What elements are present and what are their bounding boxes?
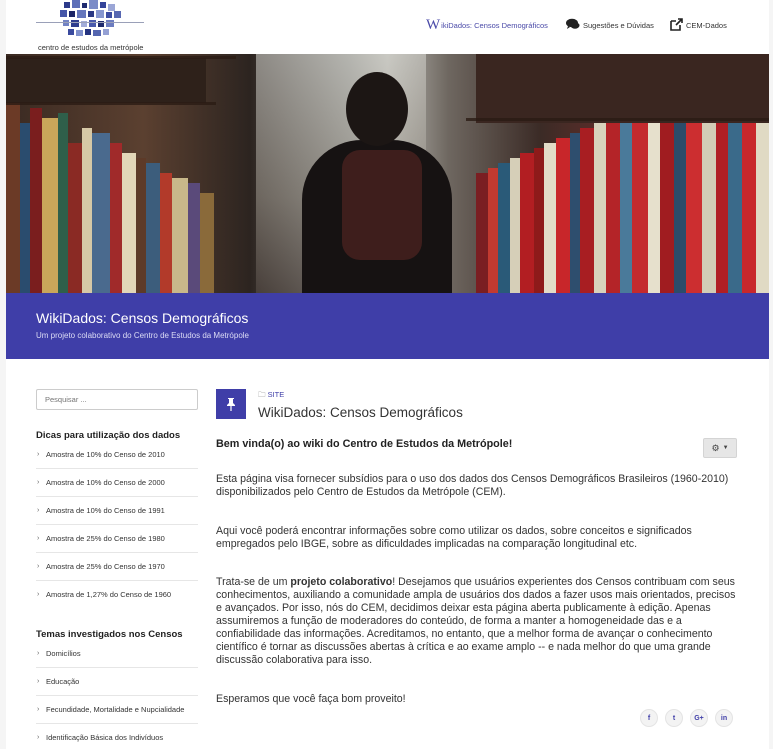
gear-icon: ⚙ [711, 442, 720, 453]
sidebar-item-label: Domicílios [46, 649, 81, 658]
chevron-right-icon: › [37, 451, 40, 458]
nav-wikidados-label: ikiDados: Censos Demográficos [441, 20, 548, 30]
hero-library-image [6, 54, 769, 293]
closing-paragraph: Esperamos que você faça bom proveito! [216, 693, 406, 705]
welcome-heading: Bem vinda(o) ao wiki do Centro de Estudo… [216, 438, 686, 451]
collab-text-rest: ! Desejamos que usuários experientes dos… [216, 576, 736, 666]
sidebar-item-label: Amostra de 25% do Censo de 1980 [46, 534, 165, 543]
sidebar-item[interactable]: › Amostra de 10% do Censo de 1991 [36, 497, 198, 525]
caret-down-icon: ▼ [722, 445, 729, 451]
linkedin-share-icon[interactable]: in [715, 709, 733, 727]
collab-text: Trata-se de um [216, 576, 291, 588]
folder-icon: 🗀 [258, 390, 268, 399]
breadcrumb-label: SITE [267, 390, 285, 399]
chevron-right-icon: › [37, 479, 40, 486]
sidebar-item-label: Amostra de 10% do Censo de 2010 [46, 450, 165, 459]
comments-icon [566, 18, 580, 32]
sidebar-item[interactable]: › Educação [36, 668, 198, 696]
chevron-right-icon: › [37, 678, 40, 685]
logo-text: centro de estudos da metrópole [38, 43, 144, 52]
sidebar-item[interactable]: › Fecundidade, Mortalidade e Nupcialidade [36, 696, 198, 724]
twitter-share-icon[interactable]: t [665, 709, 683, 727]
sidebar-item-label: Amostra de 1,27% do Censo de 1960 [46, 590, 172, 599]
sidebar-item[interactable]: › Amostra de 25% do Censo de 1970 [36, 553, 198, 581]
nav-sugestoes[interactable]: Sugestões e Dúvidas [566, 15, 654, 35]
title-banner: WikiDados: Censos Demográficos Um projet… [6, 293, 769, 359]
sidebar-heading-dicas: Dicas para utilização dos dados [36, 430, 181, 441]
site-header: centro de estudos da metrópole W ikiDado… [6, 0, 769, 54]
logo-divider [36, 22, 144, 23]
page-options-button[interactable]: ⚙ ▼ [703, 438, 737, 458]
chevron-right-icon: › [37, 591, 40, 598]
external-link-icon [670, 17, 683, 33]
chevron-right-icon: › [37, 535, 40, 542]
sidebar-list-temas: › Domicílios › Educação › Fecundidade, Mort… [36, 640, 198, 749]
nav-cem-dados-label: CEM-Dados [686, 20, 727, 30]
nav-cem-dados[interactable]: CEM-Dados [670, 15, 727, 35]
chevron-right-icon: › [37, 734, 40, 741]
sidebar-item[interactable]: › Amostra de 10% do Censo de 2010 [36, 441, 198, 469]
sidebar-item[interactable]: › Identificação Básica dos Indivíduos [36, 724, 198, 749]
sidebar-heading-temas: Temas investigados nos Censos [36, 629, 183, 640]
sidebar-list-dicas: › Amostra de 10% do Censo de 2010 › Amostr… [36, 441, 198, 609]
chevron-right-icon: › [37, 507, 40, 514]
banner-subtitle: Um projeto colaborativo do Centro de Est… [36, 331, 250, 340]
cem-logo[interactable]: centro de estudos da metrópole [36, 0, 146, 54]
intro-paragraph: Esta página visa fornecer subsídios para… [216, 473, 729, 498]
logo-mosaic-icon [60, 0, 121, 36]
welcome-text-bold: Centro de Estudos da Metrópole! [342, 438, 513, 450]
page-title: WikiDados: Censos Demográficos [258, 405, 463, 420]
sidebar-item-label: Amostra de 10% do Censo de 2000 [46, 478, 165, 487]
sidebar-item-label: Fecundidade, Mortalidade e Nupcialidade [46, 705, 185, 714]
pin-icon [216, 389, 246, 419]
sidebar-item-label: Identificação Básica dos Indivíduos [46, 733, 164, 742]
collab-text-bold: projeto colaborativo [290, 576, 393, 588]
chevron-right-icon: › [37, 706, 40, 713]
google-plus-share-icon[interactable]: G+ [690, 709, 708, 727]
nav-wikidados[interactable]: W ikiDados: Censos Demográficos [426, 15, 548, 35]
sidebar-item-label: Amostra de 10% do Censo de 1991 [46, 506, 165, 515]
nav-sugestoes-label: Sugestões e Dúvidas [583, 20, 654, 30]
facebook-share-icon[interactable]: f [640, 709, 658, 727]
sidebar-item-label: Educação [46, 677, 80, 686]
nav-wikidados-initial: W [426, 16, 441, 33]
sidebar-item[interactable]: › Amostra de 1,27% do Censo de 1960 [36, 581, 198, 609]
sidebar-item-label: Amostra de 25% do Censo de 1970 [46, 562, 165, 571]
sidebar-item[interactable]: › Domicílios [36, 640, 198, 668]
info-paragraph: Aqui você poderá encontrar informações s… [216, 525, 692, 550]
person-head [346, 72, 408, 146]
collab-paragraph: Trata-se de um projeto colaborativo! Des… [216, 576, 738, 667]
breadcrumb[interactable]: 🗀 SITE [258, 389, 284, 402]
banner-title: WikiDados: Censos Demográficos [36, 310, 249, 326]
sidebar-item[interactable]: › Amostra de 10% do Censo de 2000 [36, 469, 198, 497]
chevron-right-icon: › [37, 650, 40, 657]
search-input[interactable] [36, 389, 198, 410]
sidebar-item[interactable]: › Amostra de 25% do Censo de 1980 [36, 525, 198, 553]
chevron-right-icon: › [37, 563, 40, 570]
page: centro de estudos da metrópole W ikiDado… [6, 0, 769, 749]
welcome-text: Bem vinda(o) ao wiki do [216, 438, 343, 450]
backpack [342, 150, 422, 260]
